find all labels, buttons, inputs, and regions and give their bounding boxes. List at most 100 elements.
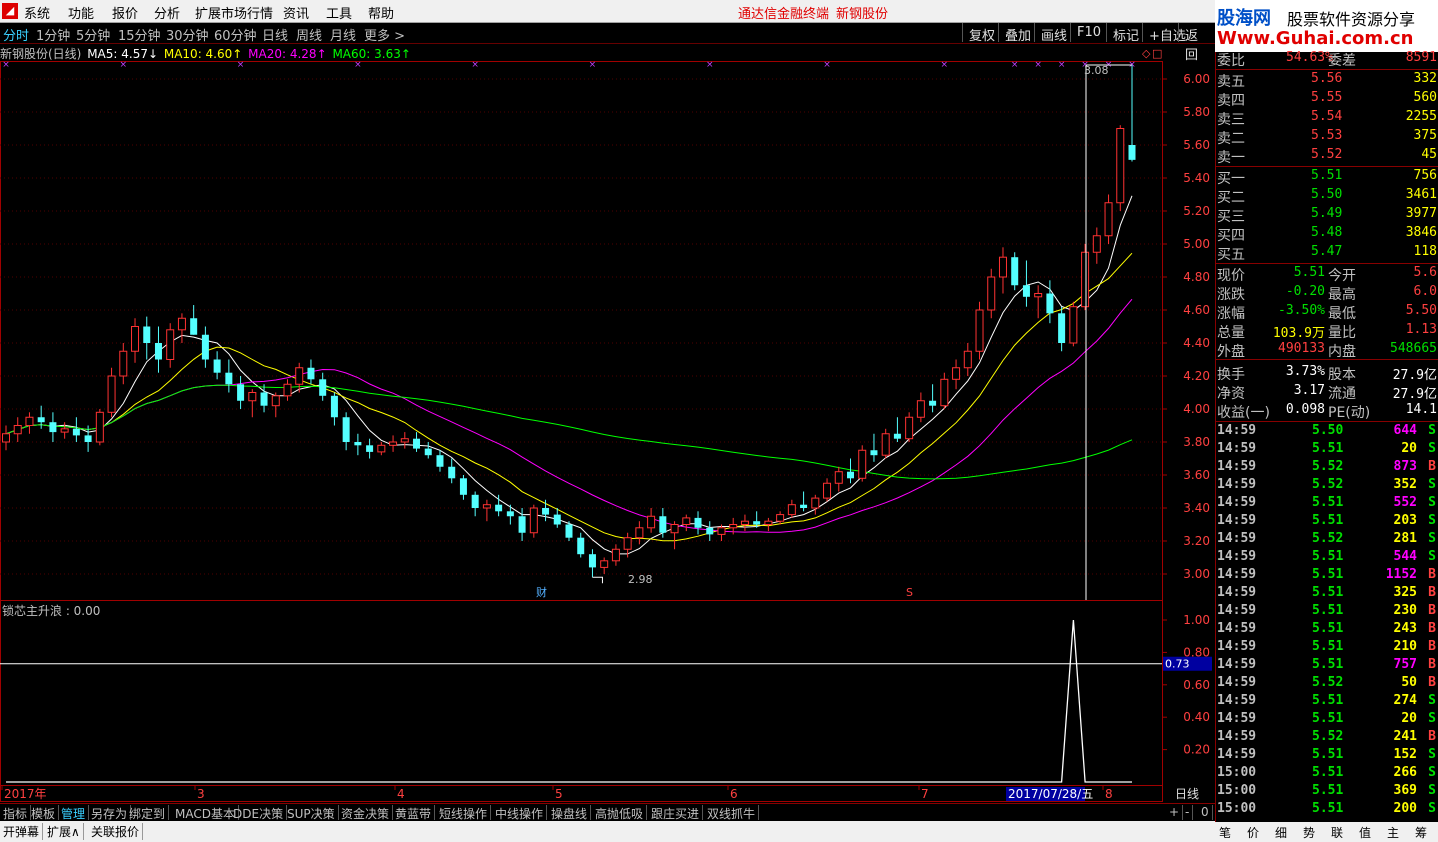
period-tab-60min[interactable]: 60分钟 [214,25,257,44]
quote-tab[interactable]: 细 [1275,824,1287,841]
candle [248,389,257,418]
tick-volume: 552 [1393,495,1417,510]
draw-line-button[interactable]: 画线 [1034,23,1073,44]
candle-body-up [811,497,820,509]
x-label-jul: 7 [921,787,929,801]
period-tab-30min[interactable]: 30分钟 [166,25,209,44]
period-tab-1min[interactable]: 1分钟 [36,25,70,44]
ask-row: 卖二 5.53 375 [1216,128,1438,147]
period-tab-month[interactable]: 月线 [330,25,356,44]
brand-url: Www.Guhai.com.cn [1217,28,1414,49]
indicator-tab[interactable]: 高抛低吸 [592,805,648,821]
tick-price: 5.51 [1312,657,1344,672]
quote-tab[interactable]: 筹 [1415,824,1427,841]
period-tab-15min[interactable]: 15分钟 [118,25,161,44]
low-marker-line [592,576,603,584]
stat-value: 5.51 [1293,265,1325,280]
stat-value-2: 27.9亿 [1392,387,1437,402]
candle-body-down [506,511,514,517]
x-label-mar: 3 [197,787,205,801]
menu-system[interactable]: 系统 [24,3,50,22]
menu-analysis[interactable]: 分析 [154,3,180,22]
zoom-out-button[interactable]: - [1182,805,1194,820]
candle [588,549,596,578]
zoom-in-button[interactable]: + [1166,805,1184,820]
period-tab-more[interactable]: 更多 > [364,25,405,44]
candle [237,376,245,409]
indicator-tab[interactable]: 短线操作 [436,805,492,821]
tick-time: 14:59 [1217,657,1257,672]
menu-quote[interactable]: 报价 [112,3,138,22]
candle-body-up [963,350,972,369]
menu-news[interactable]: 资讯 [283,3,309,22]
mark-button[interactable]: 标记 [1106,23,1145,44]
indicator-tab[interactable]: 操盘线 [548,805,592,821]
candle-body-up [60,428,69,433]
tick-time: 14:59 [1217,531,1257,546]
candle-body-up [271,395,280,407]
back-button[interactable]: 返回 [1178,23,1215,63]
candle-body-down [800,504,808,508]
period-tab-day[interactable]: 日线 [262,25,288,44]
f10-button[interactable]: F10 [1070,23,1107,42]
tick-time: 14:59 [1217,567,1257,582]
quote-tab[interactable]: 笔 [1219,824,1231,841]
kline-chart[interactable]: 0.73 6.00 5.80 5.60 5.40 5.20 5.00 4.80 4.60 4.4… [0,43,1215,803]
quote-tab[interactable]: 值 [1359,824,1371,841]
zoom-reset-button[interactable]: 0 [1198,805,1213,820]
indicator-tab[interactable]: 模板 [28,805,60,821]
x-date-label: 2017/07/28/五 [1008,787,1093,801]
quote-tab[interactable]: 联 [1331,824,1343,841]
indicator-tab[interactable]: 黄蓝带 [392,805,436,821]
danmu-button[interactable]: 开弹幕 [0,823,44,840]
price-tick-label: 4.60 [1183,303,1210,317]
indicator-tab[interactable]: MACD基本 [172,805,239,821]
candle [49,412,57,442]
candle [143,316,151,360]
indicator-tab[interactable]: 跟庄买进 [648,805,704,821]
overlay-button[interactable]: 叠加 [998,23,1037,44]
indicator-tab[interactable]: 指标 [0,805,32,821]
candle [834,466,843,492]
bid-price: 5.47 [1311,244,1343,259]
menu-tools[interactable]: 工具 [326,3,352,22]
ask-volume: 332 [1413,71,1437,86]
expand-button[interactable]: 扩展∧ [44,823,84,840]
candle [823,478,832,502]
period-tab-timeshare[interactable]: 分时 [3,25,29,44]
candle-body-up [635,527,644,539]
ma60-line [5,384,1133,480]
candle [1022,260,1030,307]
candle [1046,280,1054,324]
tick-volume: 352 [1393,477,1417,492]
candle [295,362,304,393]
quote-tab[interactable]: 主 [1387,824,1399,841]
linked-quote-button[interactable]: 关联报价 [88,823,144,840]
candle [916,392,925,423]
period-tab-5min[interactable]: 5分钟 [76,25,110,44]
stat-label-2: PE(动) [1328,405,1371,421]
period-tab-week[interactable]: 周线 [296,25,322,44]
indicator-tab[interactable]: 资金决策 [338,805,394,821]
indicator-tab[interactable]: 另存为 [88,805,132,821]
menu-help[interactable]: 帮助 [368,3,394,22]
candle-body-up [647,515,656,529]
indicator-tab[interactable]: 管理 [58,805,90,821]
indicator-tab[interactable]: DDE决策 [230,805,288,821]
fuquan-button[interactable]: 复权 [962,23,1001,44]
candle [905,412,914,442]
candle-body-up [740,520,749,526]
ask-volume: 560 [1413,90,1437,105]
menu-function[interactable]: 功能 [68,3,94,22]
candle [459,475,467,500]
indicator-tab[interactable]: 中线操作 [492,805,548,821]
menu-ext-market[interactable]: 扩展市场行情 [195,3,273,22]
candle-body-down [143,326,151,343]
quote-tab[interactable]: 势 [1303,824,1315,841]
quote-tab[interactable]: 价 [1247,824,1259,841]
price-tick-label: 5.60 [1183,138,1210,152]
indicator-tab[interactable]: 绑定到 [126,805,170,821]
indicator-tab[interactable]: 双线抓牛 [704,805,760,821]
indicator-tab[interactable]: SUP决策 [284,805,339,821]
candle-body-down [577,537,585,555]
